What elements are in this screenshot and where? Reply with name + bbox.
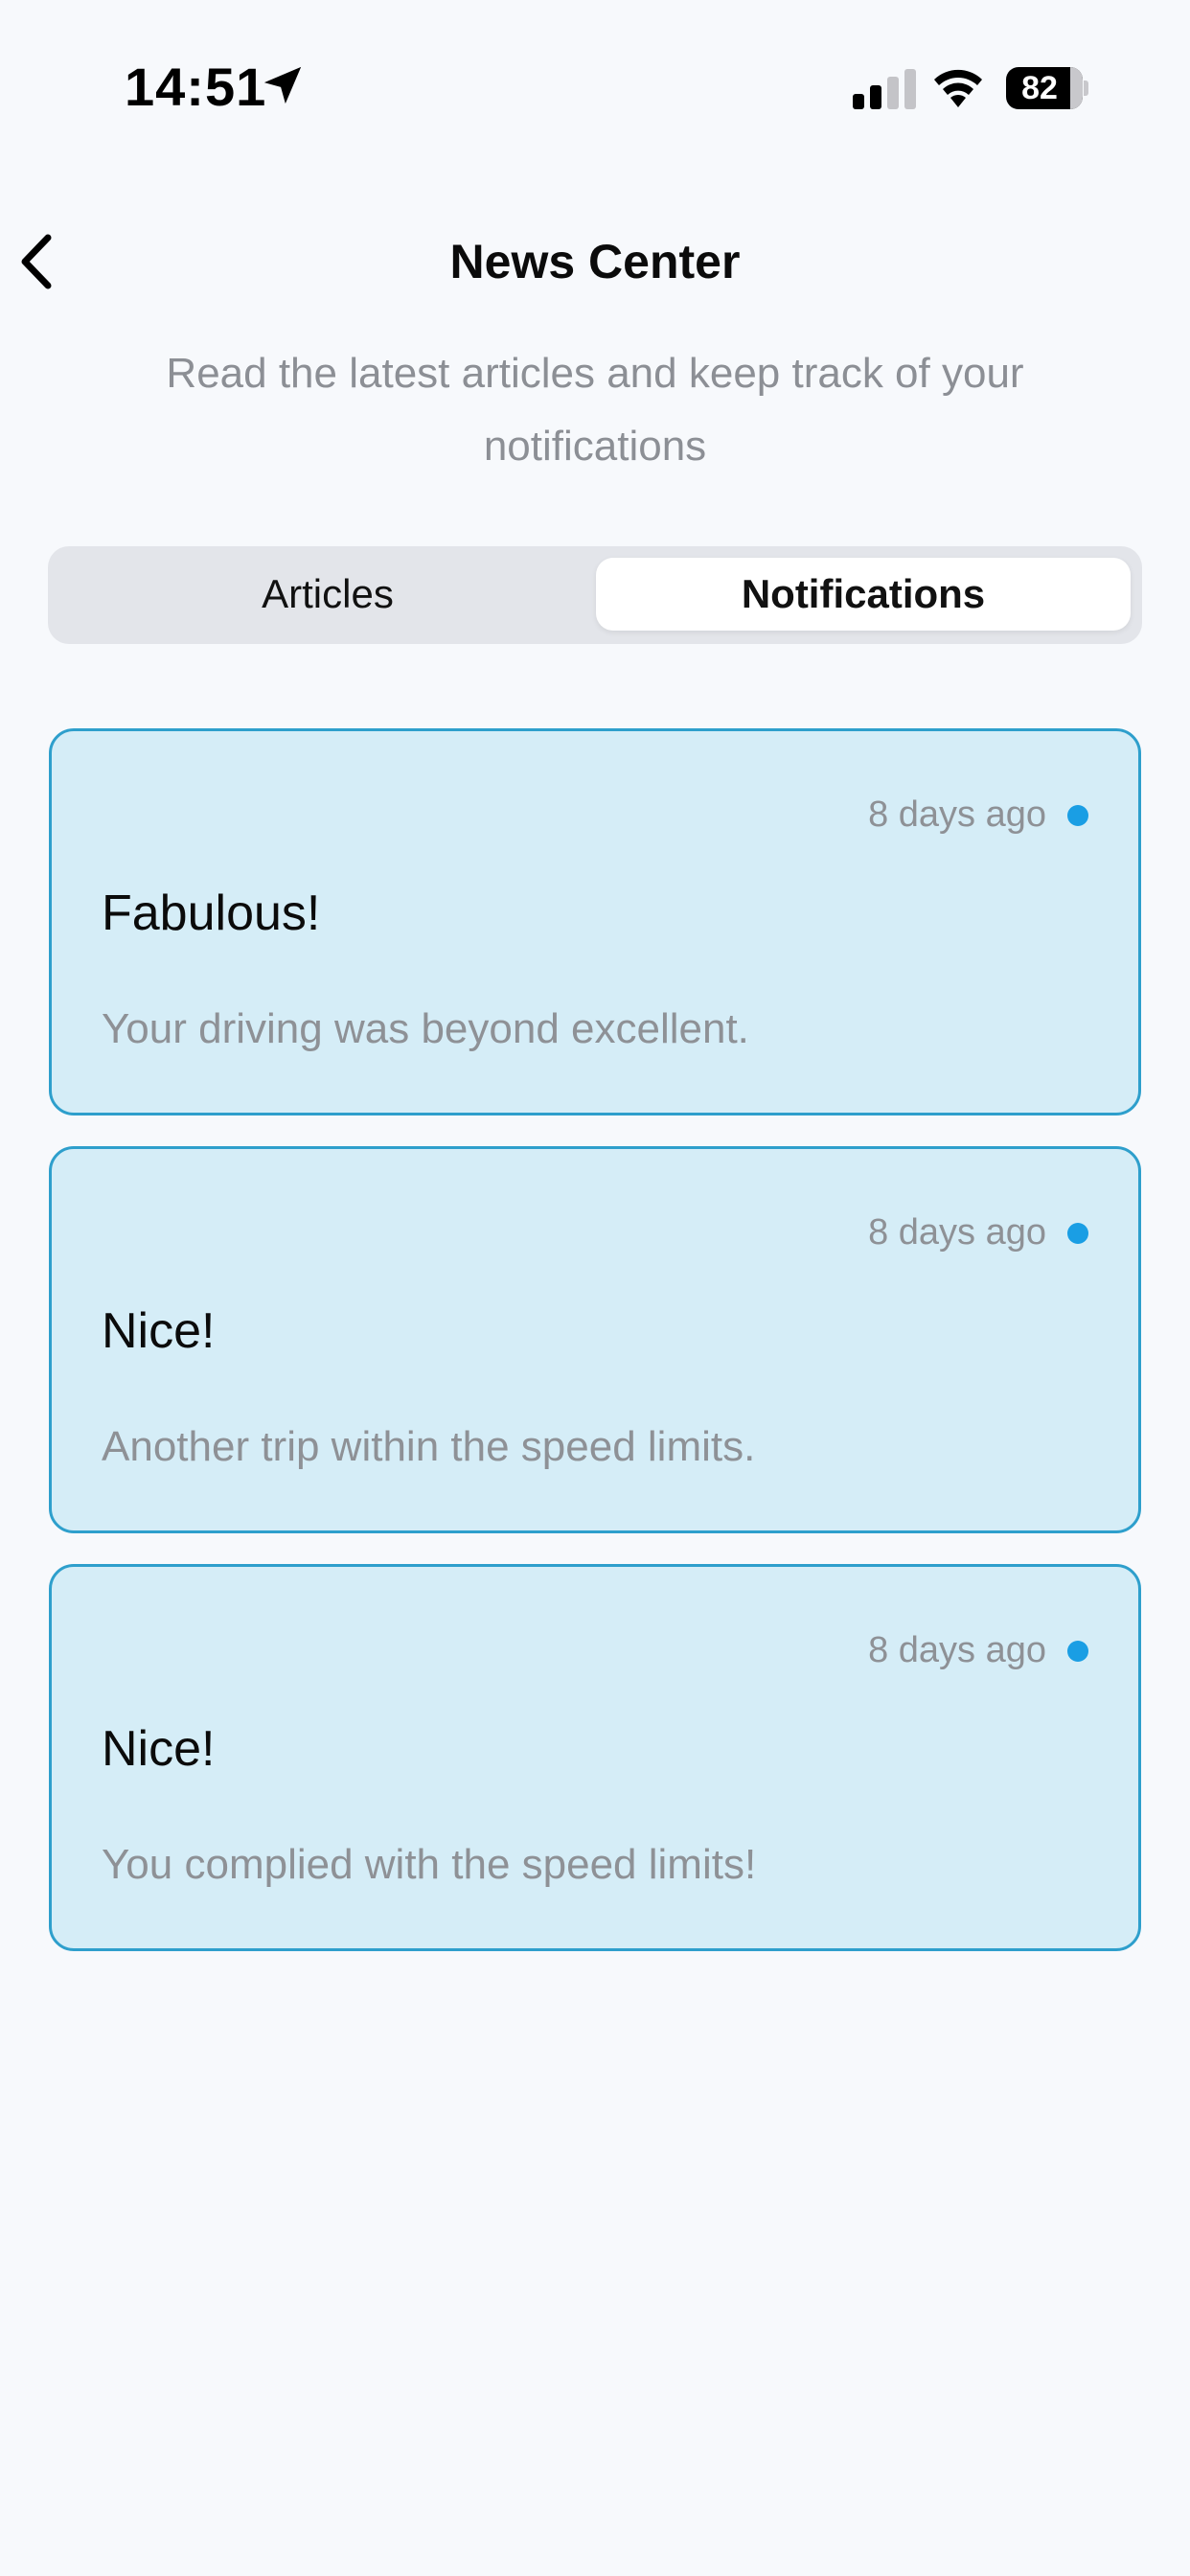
notification-body: Another trip within the speed limits.	[102, 1423, 756, 1470]
battery-icon: 82	[1006, 67, 1088, 109]
notification-body: Your driving was beyond excellent.	[102, 1005, 749, 1052]
notification-card[interactable]: 8 days ago Fabulous! Your driving was be…	[49, 728, 1141, 1116]
segmented-control: Articles Notifications	[48, 546, 1142, 644]
notification-title: Nice!	[102, 1303, 216, 1359]
notification-title: Nice!	[102, 1721, 216, 1777]
notification-time: 8 days ago	[868, 1212, 1046, 1253]
notification-title: Fabulous!	[102, 886, 321, 941]
notification-card[interactable]: 8 days ago Nice! You complied with the s…	[49, 1564, 1141, 1951]
cellular-signal-icon	[853, 69, 916, 109]
notification-meta: 8 days ago	[868, 1212, 1088, 1254]
notification-time: 8 days ago	[868, 1630, 1046, 1670]
notification-meta: 8 days ago	[868, 1630, 1088, 1671]
notification-time: 8 days ago	[868, 794, 1046, 835]
unread-dot-icon	[1067, 1222, 1088, 1244]
status-time: 14:51	[125, 57, 267, 117]
notification-meta: 8 days ago	[868, 794, 1088, 836]
location-arrow-icon	[263, 66, 302, 104]
wifi-icon	[934, 69, 982, 107]
notification-card[interactable]: 8 days ago Nice! Another trip within the…	[49, 1146, 1141, 1533]
unread-dot-icon	[1067, 1640, 1088, 1662]
unread-dot-icon	[1067, 804, 1088, 826]
page-subtitle: Read the latest articles and keep track …	[166, 350, 1024, 470]
battery-level: 82	[1021, 70, 1058, 106]
notification-body: You complied with the speed limits!	[102, 1841, 757, 1888]
tab-articles[interactable]: Articles	[59, 558, 596, 631]
page-title: News Center	[449, 235, 741, 288]
tab-notifications[interactable]: Notifications	[596, 558, 1131, 631]
status-bar: 14:51 82	[0, 0, 1190, 172]
